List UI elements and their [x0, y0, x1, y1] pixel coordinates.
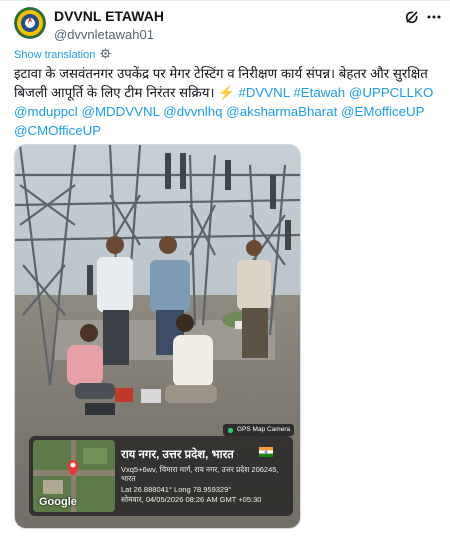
- translate-gear-icon[interactable]: [100, 48, 111, 62]
- gps-coordinates: Lat 26.888041° Long 78.959329°: [121, 485, 232, 494]
- gps-camera-badge: GPS Map Camera: [223, 424, 295, 436]
- mention-mddvvnl[interactable]: @MDDVVNL: [81, 104, 159, 119]
- mention-emofficeup[interactable]: @EMofficeUP: [341, 104, 424, 119]
- google-map-label: Google: [39, 496, 77, 508]
- avatar[interactable]: [14, 7, 46, 39]
- tweet-text: इटावा के जसवंतनगर उपकेंद्र पर मेगर टेस्ट…: [14, 64, 439, 140]
- show-translation-link[interactable]: Show translation: [14, 49, 95, 61]
- mention-dvvnlhq[interactable]: @dvvnlhq: [163, 104, 222, 119]
- gps-map-thumbnail: Google: [33, 440, 115, 512]
- translation-row: Show translation: [14, 48, 111, 62]
- mention-aksharmabharat[interactable]: @aksharmaBharat: [226, 104, 337, 119]
- gps-address: Vxq5+6wv, चिमारा मार्ग, राय नगर, उत्तर प…: [121, 465, 279, 483]
- india-flag-icon: [259, 447, 273, 457]
- gps-overlay: Google राय नगर, उत्तर प्रदेश, भारत Vxq5+…: [29, 436, 293, 516]
- hashtag-etawah[interactable]: #Etawah: [293, 85, 345, 100]
- top-divider: [0, 0, 450, 1]
- tweet-header: DVVNL ETAWAH @dvvnletawah01: [14, 7, 441, 43]
- mention-uppcllko[interactable]: @UPPCLLKO: [349, 85, 433, 100]
- tweet-photo[interactable]: GPS Map Camera Google राय नगर, उत्तर प्र…: [14, 144, 301, 529]
- gps-timestamp: सोमवार, 04/05/2026 08:26 AM GMT +05:30: [121, 495, 262, 504]
- gps-title: राय नगर, उत्तर प्रदेश, भारत: [121, 449, 234, 461]
- more-icon[interactable]: [424, 7, 444, 27]
- gps-badge-label: GPS Map Camera: [237, 426, 291, 433]
- display-name[interactable]: DVVNL ETAWAH: [54, 8, 164, 25]
- grok-icon[interactable]: [402, 7, 422, 27]
- hashtag-dvvnl[interactable]: #DVVNL: [238, 85, 289, 100]
- account-handle[interactable]: @dvvnletawah01: [54, 26, 164, 43]
- mention-mduppcl[interactable]: @mduppcl: [14, 104, 78, 119]
- mention-cmofficeup[interactable]: @CMOfficeUP: [14, 123, 101, 138]
